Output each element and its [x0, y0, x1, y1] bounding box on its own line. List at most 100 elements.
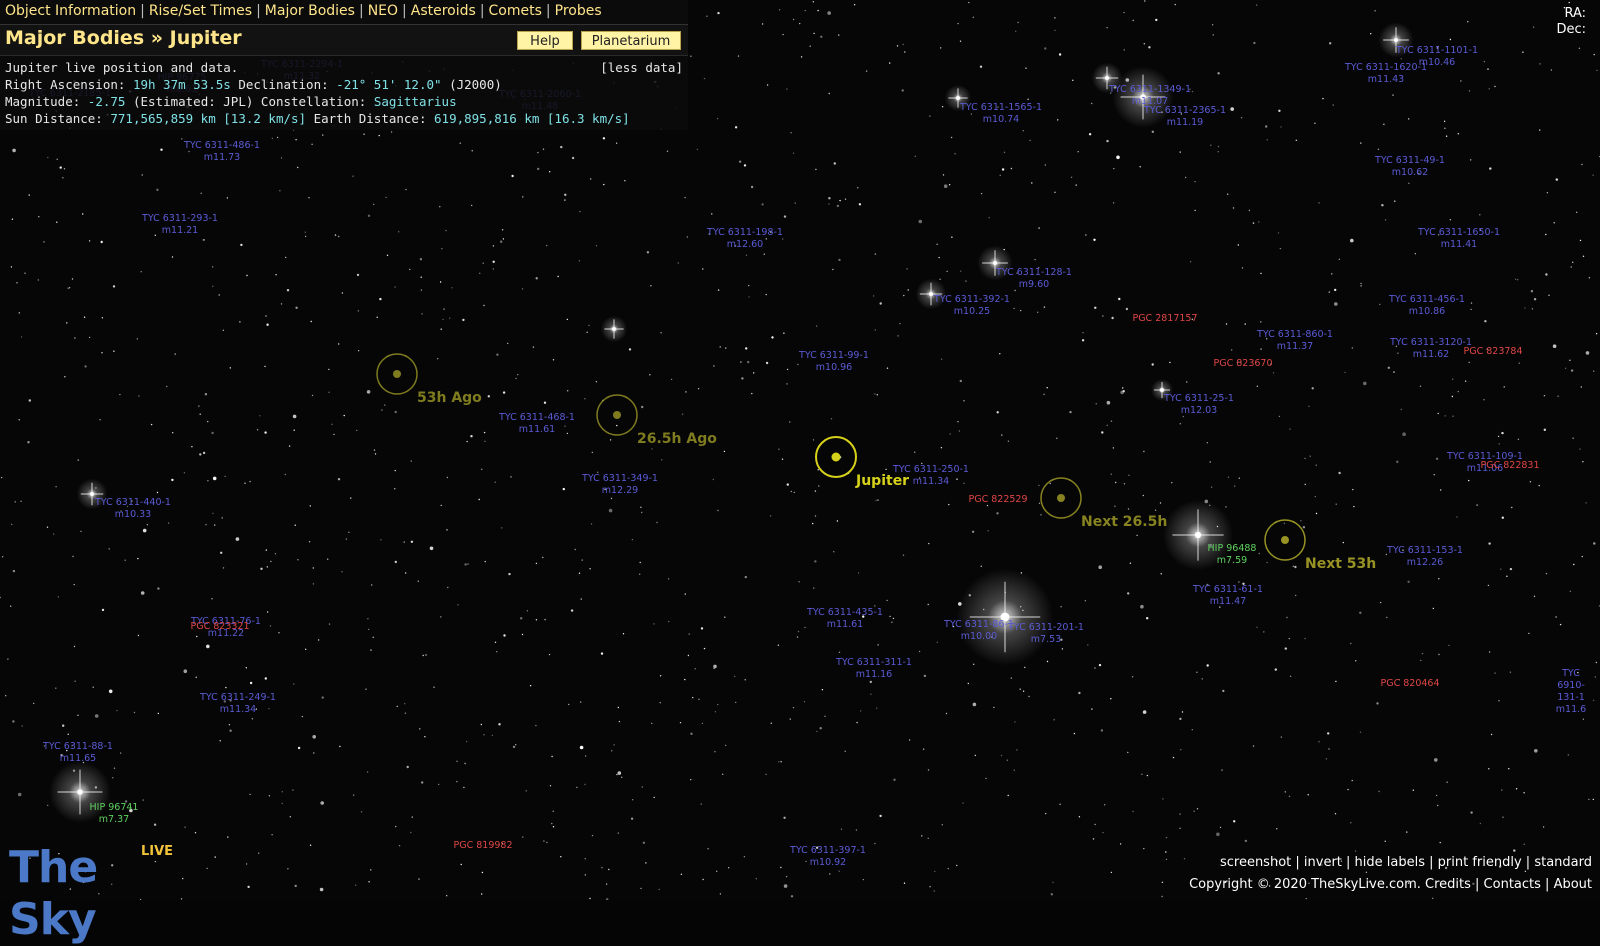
- star: [313, 752, 315, 754]
- star: [1146, 617, 1149, 620]
- star: [574, 548, 576, 551]
- star: [1046, 387, 1048, 389]
- star: [1196, 808, 1199, 810]
- galaxy-label-pgc[interactable]: PGC 820464: [1380, 678, 1439, 689]
- nav-link-rise-set-times[interactable]: Rise/Set Times: [149, 3, 252, 19]
- star: [394, 410, 397, 414]
- galaxy-label-pgc[interactable]: PGC 822529: [968, 494, 1027, 505]
- galaxy-label-pgc[interactable]: PGC 823784: [1463, 346, 1522, 357]
- nav-link-asteroids[interactable]: Asteroids: [411, 3, 476, 19]
- star: [246, 274, 248, 277]
- star: [1533, 595, 1536, 597]
- star: [1350, 238, 1354, 243]
- star: [220, 551, 223, 554]
- footer-link-about[interactable]: About: [1554, 877, 1592, 892]
- star: [1354, 850, 1357, 852]
- footer-link-credits[interactable]: Credits: [1425, 877, 1471, 892]
- star: [1082, 332, 1084, 334]
- star: [142, 799, 144, 801]
- galaxy-label-pgc[interactable]: PGC 823670: [1213, 358, 1272, 369]
- star: [1396, 460, 1399, 463]
- star: [609, 439, 612, 441]
- star: [1511, 506, 1513, 509]
- footer-link-contacts[interactable]: Contacts: [1484, 877, 1541, 892]
- galaxy-label-pgc[interactable]: PGC 822831: [1480, 460, 1539, 471]
- star: [1276, 828, 1278, 830]
- star: [1470, 302, 1473, 304]
- help-button[interactable]: Help: [517, 31, 573, 50]
- star: [1582, 461, 1584, 463]
- view-option-hide-labels[interactable]: hide labels: [1355, 855, 1425, 870]
- star: [819, 727, 822, 730]
- star: [1007, 794, 1009, 797]
- nav-link-major-bodies[interactable]: Major Bodies: [265, 3, 355, 19]
- star: [496, 651, 498, 653]
- nav-link-neo[interactable]: NEO: [368, 3, 398, 19]
- nav-link-object-information[interactable]: Object Information: [5, 3, 136, 19]
- star: [67, 733, 69, 735]
- view-option-screenshot[interactable]: screenshot: [1220, 855, 1291, 870]
- link-separator: |: [1540, 877, 1554, 892]
- star: [356, 273, 360, 277]
- star: [700, 627, 704, 630]
- nav-link-probes[interactable]: Probes: [555, 3, 602, 19]
- star: [1443, 120, 1446, 123]
- star: [1550, 69, 1553, 71]
- star: [1288, 637, 1291, 640]
- star: [365, 688, 367, 690]
- view-option-standard[interactable]: standard: [1534, 855, 1592, 870]
- galaxy-label-pgc[interactable]: PGC 819982: [453, 840, 512, 851]
- star: [838, 34, 840, 36]
- star: [56, 158, 58, 160]
- star: [838, 258, 841, 262]
- star: [419, 258, 423, 261]
- star: [1069, 410, 1072, 414]
- star: [761, 23, 764, 25]
- star: [812, 1, 814, 3]
- star: [1284, 647, 1288, 650]
- planetarium-button[interactable]: Planetarium: [581, 31, 681, 50]
- star: [1027, 98, 1029, 101]
- star: [188, 150, 190, 153]
- site-logo[interactable]: The Sky LIVE: [9, 842, 189, 945]
- star: [618, 720, 621, 723]
- galaxy-label-pgc[interactable]: PGC 2817157: [1132, 313, 1197, 324]
- star: [690, 778, 692, 781]
- star: [544, 618, 546, 621]
- star: [1295, 594, 1297, 597]
- star: [1057, 119, 1059, 121]
- view-option-print-friendly[interactable]: print friendly: [1438, 855, 1522, 870]
- star: [1001, 168, 1005, 171]
- star: [564, 199, 566, 201]
- star: [1487, 584, 1490, 587]
- star: [707, 848, 709, 850]
- star: [1569, 359, 1571, 361]
- less-data-link[interactable]: [less data]: [600, 59, 683, 76]
- star: [1256, 4, 1258, 6]
- epoch: (J2000): [449, 77, 502, 92]
- star: [640, 887, 642, 890]
- galaxy-label-pgc[interactable]: PGC 823321: [190, 621, 249, 632]
- star: [385, 196, 387, 199]
- star: [244, 482, 246, 484]
- star: [790, 895, 794, 898]
- star: [631, 538, 634, 541]
- star: [1171, 482, 1173, 484]
- star-map[interactable]: TYC 6311-2294-1m11.32TYC 6311-2060-1m11.…: [0, 0, 1600, 900]
- footer-links: Credits | Contacts | About: [1425, 877, 1592, 892]
- star: [1370, 33, 1372, 35]
- star: [566, 432, 569, 435]
- star: [1360, 282, 1362, 285]
- star: [1498, 443, 1500, 445]
- star: [766, 84, 769, 86]
- star: [1579, 239, 1582, 242]
- star: [1378, 790, 1380, 793]
- star: [100, 240, 103, 244]
- star: [1393, 371, 1395, 373]
- view-option-invert[interactable]: invert: [1304, 855, 1342, 870]
- star: [639, 561, 641, 564]
- star: [1353, 505, 1355, 508]
- nav-link-comets[interactable]: Comets: [489, 3, 542, 19]
- star: [62, 177, 64, 179]
- star: [869, 680, 872, 684]
